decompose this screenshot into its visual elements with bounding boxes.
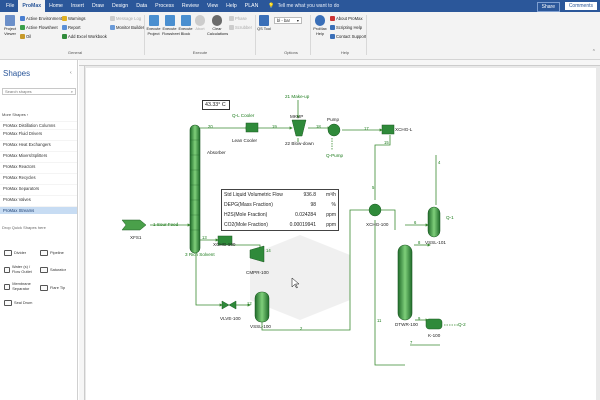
sour-feed-label: 1 Sour Feed (153, 222, 179, 227)
k-100-label: K-100 (428, 333, 441, 338)
stream-number: 8 (418, 240, 421, 245)
property-name: H2S(Mole Fraction) (224, 212, 268, 218)
property-unit: % (331, 202, 336, 208)
dtwr-100-label: DTWR-100 (395, 322, 418, 327)
q-pump-label: Q-Pump (326, 153, 344, 158)
q2-label: Q-2 (458, 322, 466, 327)
property-unit: ppm (326, 222, 336, 228)
stream-number: 17 (364, 126, 369, 131)
xchg-100-heat-exchanger[interactable] (368, 203, 382, 217)
stream-number: 2 (300, 326, 303, 331)
vessel-vssl-100[interactable] (254, 291, 270, 323)
mkup-mixer[interactable] (291, 119, 307, 137)
q1-label: Q-1 (446, 215, 454, 220)
xchg-l-label: XCHG-L (395, 127, 413, 132)
property-name: Std Liquid Volumetric Flow (224, 192, 283, 198)
vssl-100-label: VSSL-100 (250, 324, 271, 329)
lean-cooler-label: Lean Cooler (232, 138, 258, 143)
stream-number: 19 (272, 124, 277, 129)
stream-number: 12 (247, 301, 252, 306)
feed-xfs1-icon[interactable] (121, 219, 147, 231)
xchg-100b-label: XCHG-100 (366, 222, 389, 227)
stream-number: 6 (414, 220, 417, 225)
absorber-column[interactable] (189, 124, 201, 254)
property-value: 0.024284 (295, 212, 316, 218)
distillation-tower-dtwr-100[interactable] (397, 244, 413, 321)
xfs1-label: XFS1 (130, 235, 142, 240)
stream-number: 20 (208, 124, 213, 129)
stream-number: 15 (384, 140, 389, 145)
stream-number: 14 (266, 248, 271, 253)
absorber-label: Absorber (207, 150, 226, 155)
property-unit: m³/h (326, 192, 336, 198)
property-unit: ppm (326, 212, 336, 218)
property-value: 0.00019941 (289, 222, 316, 228)
lean-cooler-exchanger[interactable] (245, 122, 259, 133)
property-value: 936.8 (303, 192, 316, 198)
valve-vlve-100[interactable] (221, 300, 237, 310)
stream-number: 5 (372, 185, 375, 190)
makeup-label: 21 Make-up (285, 94, 310, 99)
xchg-l-exchanger[interactable] (381, 124, 395, 135)
stream-number: 11 (377, 318, 382, 323)
xchg-100-label: XCHG-100 (213, 242, 236, 247)
property-value: 98 (310, 202, 316, 208)
blowdown-label: 22 Blow-down (285, 141, 314, 146)
q-lcooler-label: Q-L Cooler (232, 113, 255, 118)
property-name: CO2(Mole Fraction) (224, 222, 268, 228)
stream-outlet-bottom[interactable] (195, 250, 223, 307)
vlve-100-label: VLVE-100 (220, 316, 241, 321)
stream-property-table[interactable]: Std Liquid Volumetric Flow 936.8 m³/h DE… (221, 189, 339, 231)
stream-5[interactable] (380, 209, 396, 230)
rich-solvent-label: 3 Rich Solvent (185, 252, 215, 257)
stream-number: 18 (316, 124, 321, 129)
cmpr-100-label: CMPR-100 (246, 270, 269, 275)
stream-number: 4 (438, 160, 441, 165)
stream-number: 9 (418, 316, 421, 321)
pump-label: Pump (327, 117, 340, 122)
mkup-label: MKUP (290, 114, 304, 119)
pump-icon[interactable] (327, 123, 341, 137)
reboiler-k-100[interactable] (425, 318, 443, 330)
stream-number: 13 (202, 235, 207, 240)
vessel-vssl-101[interactable] (427, 206, 441, 238)
property-name: DEPG(Mass Fraction) (224, 202, 273, 208)
stream-number: 7 (410, 340, 413, 345)
vssl-101-label: VSSL-101 (425, 240, 446, 245)
temperature-readout[interactable]: 43.33° C (202, 100, 230, 110)
